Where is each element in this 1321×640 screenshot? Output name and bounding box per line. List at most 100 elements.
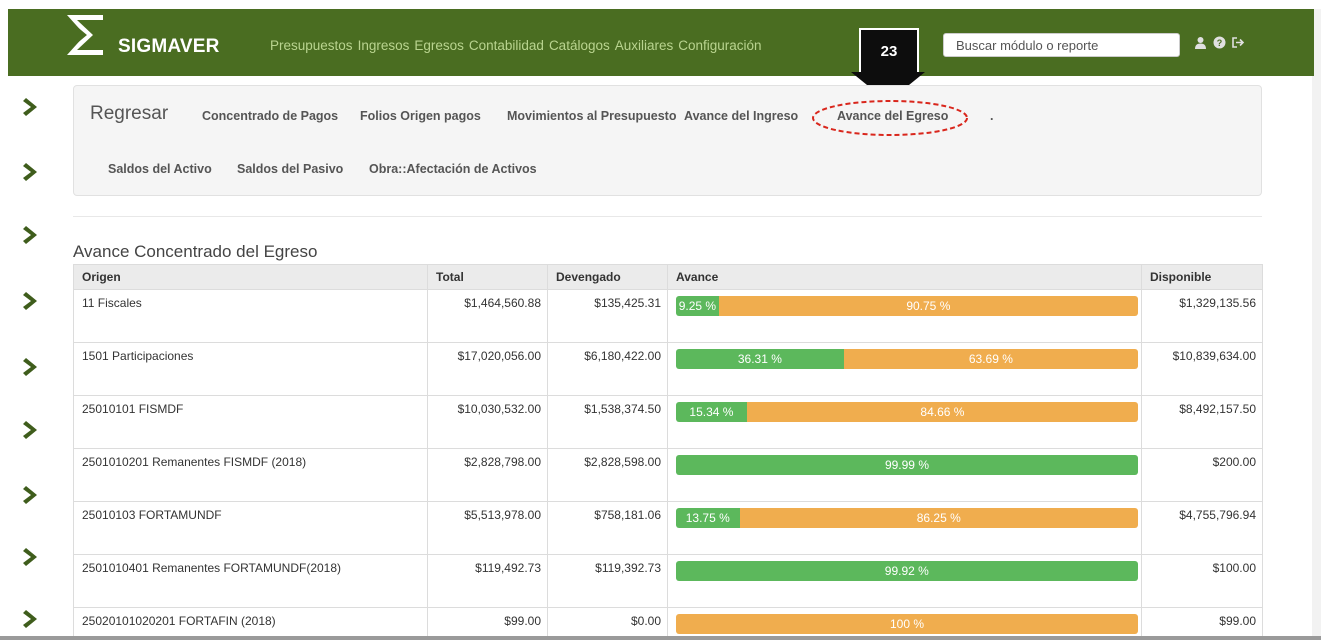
col-origen[interactable]: Origen — [73, 264, 428, 290]
devengado-cell: $2,828,598.00 — [547, 448, 668, 502]
table-row[interactable]: 1501 Participaciones $17,020,056.00 $6,180… — [73, 342, 1263, 396]
sidebar-chevron-icon[interactable] — [22, 420, 42, 440]
progress-bar: 99.92 % — [676, 561, 1138, 581]
col-avance[interactable]: Avance — [667, 264, 1142, 290]
sidebar-chevron-icon[interactable] — [22, 485, 42, 505]
sidebar-chevron-icon[interactable] — [22, 547, 42, 567]
link-folios-origen[interactable]: Folios Origen pagos — [360, 109, 481, 123]
devengado-cell: $1,538,374.50 — [547, 395, 668, 449]
progress-bar: 9.25 % 90.75 % — [676, 296, 1138, 316]
col-devengado[interactable]: Devengado — [547, 264, 668, 290]
table-row[interactable]: 2501010201 Remanentes FISMDF (2018) $2,82… — [73, 448, 1263, 502]
total-cell: $17,020,056.00 — [427, 342, 548, 396]
origen-cell: 11 Fiscales — [73, 289, 428, 343]
search-input[interactable] — [943, 33, 1180, 57]
progress-done: 99.99 % — [676, 455, 1138, 475]
avance-cell: 15.34 % 84.66 % — [667, 395, 1142, 449]
devengado-cell: $6,180,422.00 — [547, 342, 668, 396]
help-icon[interactable]: ? — [1212, 36, 1226, 52]
origen-cell: 1501 Participaciones — [73, 342, 428, 396]
disponible-cell: $4,755,796.94 — [1141, 501, 1263, 555]
table-row[interactable]: 2501010401 Remanentes FORTAMUNDF(2018) $1… — [73, 554, 1263, 608]
menu-ingresos[interactable]: Ingresos — [358, 38, 410, 53]
link-saldos-pasivo[interactable]: Saldos del Pasivo — [237, 162, 343, 176]
progress-remaining: 84.66 % — [746, 402, 1138, 422]
menu-contabilidad[interactable]: Contabilidad — [469, 38, 544, 53]
progress-remaining: 90.75 % — [718, 296, 1138, 316]
step-number: 23 — [859, 28, 919, 74]
disponible-cell: $200.00 — [1141, 448, 1263, 502]
link-concentrado-pagos[interactable]: Concentrado de Pagos — [202, 109, 338, 123]
disponible-cell: $10,839,634.00 — [1141, 342, 1263, 396]
highlight-ring — [812, 100, 968, 136]
devengado-cell: $135,425.31 — [547, 289, 668, 343]
menu-catalogos[interactable]: Catálogos — [549, 38, 610, 53]
total-cell: $5,513,978.00 — [427, 501, 548, 555]
section-divider — [73, 216, 1262, 217]
sidebar-chevron-icon[interactable] — [22, 162, 42, 182]
window-edge-dark — [1312, 9, 1314, 76]
menu-egresos[interactable]: Egresos — [414, 38, 464, 53]
total-cell: $2,828,798.00 — [427, 448, 548, 502]
progress-bar: 36.31 % 63.69 % — [676, 349, 1138, 369]
window-bottom-edge — [0, 636, 1321, 640]
progress-bar: 99.99 % — [676, 455, 1138, 475]
total-cell: $1,464,560.88 — [427, 289, 548, 343]
sidebar-chevron-icon[interactable] — [22, 357, 42, 377]
progress-done: 99.92 % — [676, 561, 1138, 581]
menu-presupuestos[interactable]: Presupuestos — [270, 38, 353, 53]
table-row[interactable]: 11 Fiscales $1,464,560.88 $135,425.31 9.25 … — [73, 289, 1263, 343]
progress-bar: 100 % — [676, 614, 1138, 634]
disponible-cell: $8,492,157.50 — [1141, 395, 1263, 449]
link-saldos-activo[interactable]: Saldos del Activo — [108, 162, 212, 176]
brand-name[interactable]: SIGMAVER — [118, 36, 220, 58]
progress-remaining: 63.69 % — [843, 349, 1138, 369]
devengado-cell: $758,181.06 — [547, 501, 668, 555]
link-obra-afectacion[interactable]: Obra::Afectación de Activos — [369, 162, 537, 176]
back-link[interactable]: Regresar — [90, 103, 168, 125]
user-icon[interactable] — [1193, 36, 1207, 52]
progress-done: 9.25 % — [676, 296, 719, 316]
col-total[interactable]: Total — [427, 264, 548, 290]
top-navbar: SIGMAVER Presupuestos Ingresos Egresos C… — [8, 9, 1312, 76]
sidebar-chevron-icon[interactable] — [22, 97, 42, 117]
sidebar-chevron-icon[interactable] — [22, 609, 42, 629]
avance-table: Origen Total Devengado Avance Disponible… — [73, 264, 1263, 640]
main-menu: Presupuestos Ingresos Egresos Contabilid… — [270, 38, 767, 53]
origen-cell: 2501010201 Remanentes FISMDF (2018) — [73, 448, 428, 502]
svg-text:?: ? — [1216, 38, 1222, 48]
disponible-cell: $1,329,135.56 — [1141, 289, 1263, 343]
table-row[interactable]: 25010101 FISMDF $10,030,532.00 $1,538,374.… — [73, 395, 1263, 449]
progress-bar: 13.75 % 86.25 % — [676, 508, 1138, 528]
avance-cell: 13.75 % 86.25 % — [667, 501, 1142, 555]
table-row[interactable]: 25010103 FORTAMUNDF $5,513,978.00 $758,181… — [73, 501, 1263, 555]
nav-icons: ? — [1193, 36, 1245, 52]
sidebar-chevron-icon[interactable] — [22, 291, 42, 311]
report-submenu: Regresar Concentrado de Pagos Folios Ori… — [73, 85, 1262, 196]
progress-remaining: 86.25 % — [739, 508, 1138, 528]
link-movimientos-presupuesto[interactable]: Movimientos al Presupuesto — [507, 109, 676, 123]
progress-remaining: 100 % — [676, 614, 1138, 634]
origen-cell: 25010103 FORTAMUNDF — [73, 501, 428, 555]
avance-cell: 99.99 % — [667, 448, 1142, 502]
total-cell: $10,030,532.00 — [427, 395, 548, 449]
avance-cell: 99.92 % — [667, 554, 1142, 608]
sigmaver-logo[interactable] — [63, 13, 109, 57]
origen-cell: 2501010401 Remanentes FORTAMUNDF(2018) — [73, 554, 428, 608]
progress-done: 36.31 % — [676, 349, 844, 369]
page-title: Avance Concentrado del Egreso — [73, 242, 318, 261]
link-dot[interactable]: . — [990, 109, 993, 123]
disponible-cell: $100.00 — [1141, 554, 1263, 608]
progress-done: 15.34 % — [676, 402, 747, 422]
link-avance-ingreso[interactable]: Avance del Ingreso — [684, 109, 798, 123]
menu-auxiliares[interactable]: Auxiliares — [615, 38, 674, 53]
sidebar-chevron-icon[interactable] — [22, 225, 42, 245]
logout-icon[interactable] — [1231, 36, 1245, 52]
avance-cell: 9.25 % 90.75 % — [667, 289, 1142, 343]
origen-cell: 25010101 FISMDF — [73, 395, 428, 449]
devengado-cell: $119,392.73 — [547, 554, 668, 608]
progress-bar: 15.34 % 84.66 % — [676, 402, 1138, 422]
col-disponible[interactable]: Disponible — [1141, 264, 1263, 290]
progress-done: 13.75 % — [676, 508, 740, 528]
menu-configuracion[interactable]: Configuración — [678, 38, 761, 53]
